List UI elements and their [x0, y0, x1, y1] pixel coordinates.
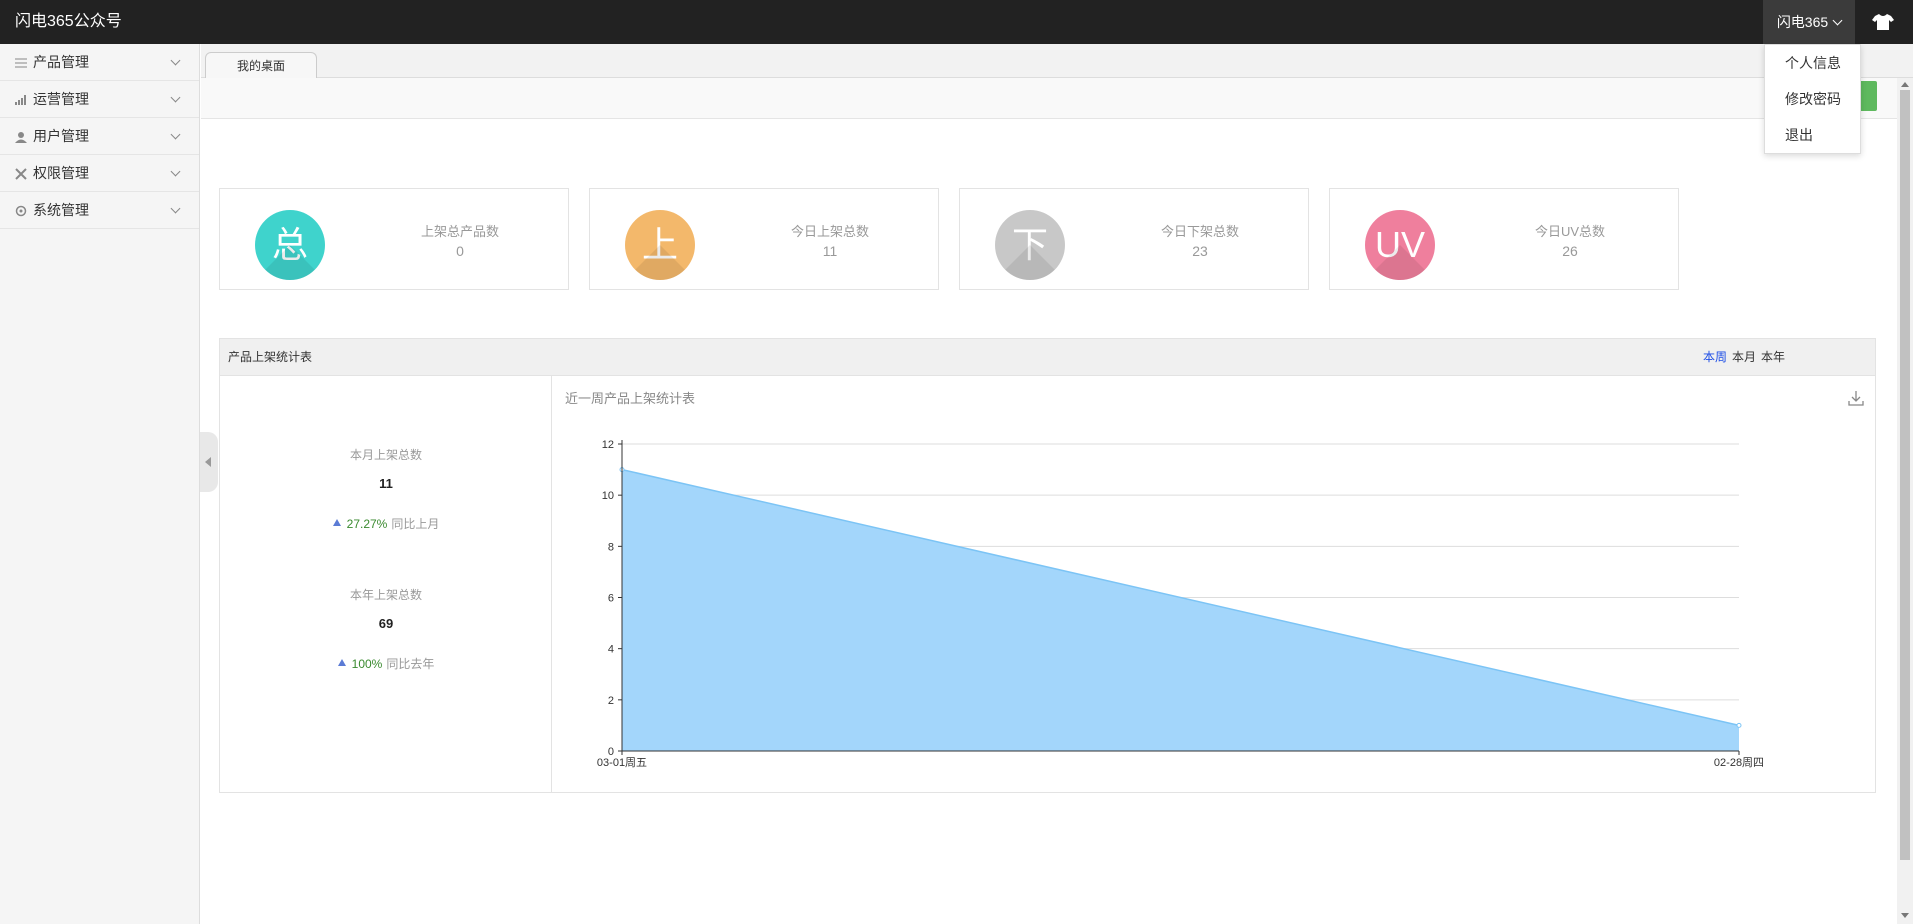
- top-bar: 闪电365公众号 闪电365: [0, 0, 1913, 44]
- app-title: 闪电365公众号: [15, 13, 122, 30]
- stat-value: 23: [1192, 243, 1208, 259]
- year-change: 100% 同比去年: [220, 655, 552, 672]
- sidebar-item-label: 产品管理: [33, 54, 89, 70]
- y-tick-label: 6: [608, 593, 614, 605]
- range-selector: 本周 本月 本年: [1703, 339, 1790, 376]
- stat-title: 今日下架总数: [1160, 224, 1239, 239]
- chevron-down-icon: [170, 203, 181, 214]
- user-name: 闪电365: [1776, 14, 1829, 30]
- summary-stats: 本月上架总数 11 27.27% 同比上月 本年上架总数 69 100% 同比去年: [220, 376, 552, 793]
- listing-stats-panel: 产品上架统计表 本周 本月 本年 本月上架总数 11 27.27% 同比上月 本年上架…: [219, 338, 1876, 793]
- user-dropdown-menu: 个人信息 修改密码 退出: [1764, 44, 1861, 154]
- month-total-value: 11: [379, 476, 393, 491]
- sidebar-item-label: 用户管理: [33, 128, 89, 144]
- sidebar-item-users[interactable]: 用户管理: [0, 118, 199, 155]
- bar-chart-icon: [15, 95, 26, 105]
- data-point: [1736, 722, 1742, 728]
- scroll-up-icon[interactable]: [1901, 82, 1909, 87]
- sidebar-item-operations[interactable]: 运营管理: [0, 81, 199, 118]
- uv-badge-icon: UV: [1365, 210, 1435, 280]
- tab-strip: 我的桌面: [201, 44, 1913, 79]
- chart-area: 近一周产品上架统计表 0 2 4 6 8 10 12 03-01周五 02-28周四: [553, 376, 1876, 793]
- tshirt-icon[interactable]: [1871, 12, 1895, 32]
- chevron-down-icon: [1832, 15, 1843, 26]
- tools-icon: [15, 168, 27, 180]
- sidebar-item-system[interactable]: 系统管理: [0, 192, 199, 229]
- chevron-down-icon: [170, 166, 181, 177]
- y-tick-label: 10: [602, 490, 614, 502]
- scrollbar-thumb[interactable]: [1900, 90, 1910, 860]
- area-chart: 02468101203-01周五 02-28周四: [597, 439, 1764, 769]
- toolbar: [201, 78, 1897, 119]
- arrow-up-icon: [332, 519, 341, 526]
- chevron-down-icon: [170, 92, 181, 103]
- stat-value: 26: [1562, 243, 1578, 259]
- menu-item-logout[interactable]: 退出: [1765, 117, 1860, 153]
- range-week[interactable]: 本周: [1703, 350, 1727, 364]
- arrow-up-icon: [337, 659, 346, 666]
- sidebar-collapse-toggle[interactable]: [200, 432, 218, 492]
- stat-title: 今日上架总数: [790, 224, 869, 239]
- gear-icon: [15, 205, 27, 217]
- sidebar-item-label: 运营管理: [33, 91, 89, 107]
- sidebar-item-label: 权限管理: [33, 165, 89, 181]
- sidebar-item-label: 系统管理: [33, 202, 89, 218]
- user-menu-button[interactable]: 闪电365: [1763, 0, 1855, 44]
- x-tick-label: 03-01周五: [597, 756, 647, 769]
- y-tick-label: 2: [608, 695, 614, 707]
- list-icon: [15, 58, 27, 68]
- year-total-label: 本年上架总数: [349, 588, 422, 602]
- delisted-badge-icon: 下: [995, 210, 1065, 280]
- series-area: [622, 469, 1739, 751]
- year-change-pct: 100%: [351, 657, 383, 671]
- menu-item-profile[interactable]: 个人信息: [1765, 45, 1860, 81]
- tab-my-desktop[interactable]: 我的桌面: [205, 52, 317, 79]
- stat-value: 0: [456, 243, 464, 259]
- menu-item-change-password[interactable]: 修改密码: [1765, 81, 1860, 117]
- y-tick-label: 4: [608, 644, 614, 656]
- sidebar-item-permissions[interactable]: 权限管理: [0, 155, 199, 192]
- scroll-down-icon[interactable]: [1901, 913, 1909, 918]
- chevron-down-icon: [170, 55, 181, 66]
- sidebar: 产品管理 运营管理 用户管理 权限管理 系统管理: [0, 44, 200, 924]
- chevron-down-icon: [170, 129, 181, 140]
- stat-card-uv-today: UV 今日UV总数 26: [1329, 188, 1679, 290]
- sidebar-item-product[interactable]: 产品管理: [0, 44, 199, 81]
- range-year[interactable]: 本年: [1761, 350, 1785, 364]
- stat-card-delisted-today: 下 今日下架总数 23: [959, 188, 1309, 290]
- stat-card-total: 总 上架总产品数 0: [219, 188, 569, 290]
- stat-title: 上架总产品数: [420, 224, 499, 239]
- user-icon: [15, 132, 27, 143]
- listed-badge-icon: 上: [625, 210, 695, 280]
- y-tick-label: 12: [602, 439, 614, 451]
- panel-header: 产品上架统计表 本周 本月 本年: [220, 339, 1875, 376]
- total-badge-icon: 总: [255, 210, 325, 280]
- month-change-pct: 27.27%: [346, 517, 388, 531]
- stat-value: 11: [822, 243, 838, 259]
- range-month[interactable]: 本月: [1732, 350, 1756, 364]
- year-total-value: 69: [378, 616, 394, 631]
- x-tick-label: 02-28周四: [1714, 756, 1764, 769]
- month-total-label: 本月上架总数: [349, 448, 422, 462]
- vertical-scrollbar[interactable]: [1897, 78, 1913, 924]
- year-compare-label: 同比去年: [386, 657, 435, 671]
- stat-title: 今日UV总数: [1534, 224, 1606, 239]
- month-change: 27.27% 同比上月: [220, 515, 552, 532]
- y-tick-label: 8: [608, 541, 614, 553]
- panel-title: 产品上架统计表: [228, 350, 313, 364]
- month-compare-label: 同比上月: [391, 517, 440, 531]
- stat-card-listed-today: 上 今日上架总数 11: [589, 188, 939, 290]
